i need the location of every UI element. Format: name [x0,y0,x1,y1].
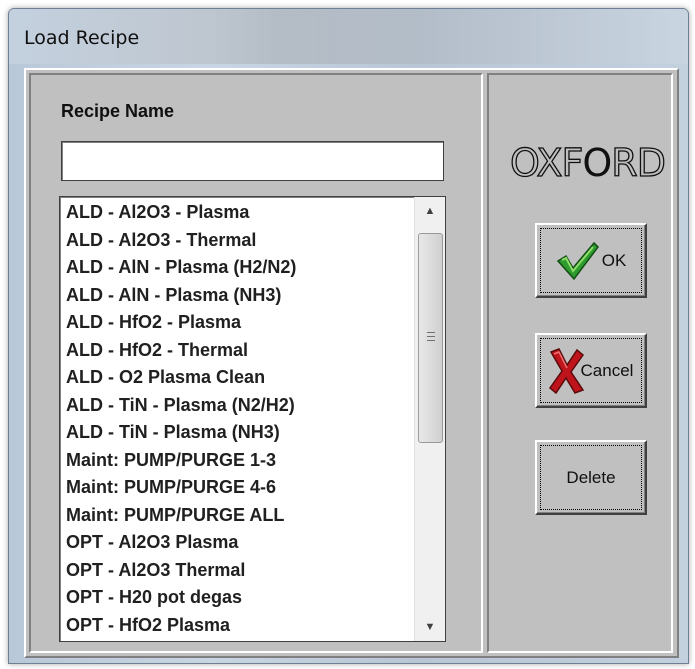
recipe-list-items: ALD - Al2O3 - Plasma ALD - Al2O3 - Therma… [60,197,414,639]
ok-label: OK [601,250,627,270]
dialog-body: Recipe Name ALD - Al2O3 - Plasma ALD - Al… [24,68,679,658]
scroll-thumb[interactable] [418,233,443,443]
actions-panel: OXFORD OK Cancel Delete [487,73,673,653]
recipe-name-input[interactable] [61,141,444,181]
delete-button[interactable]: Delete [535,440,647,515]
grip-line [427,340,435,341]
recipe-list-item[interactable]: ALD - HfO2 - Plasma [60,309,414,337]
delete-label: Delete [566,467,616,487]
recipe-list-item[interactable]: OPT - HfO2 Plasma [60,612,414,640]
load-recipe-window: Load Recipe Recipe Name ALD - Al2O3 - Pl… [8,8,689,664]
ok-button[interactable]: OK [535,223,647,298]
recipe-list-item[interactable]: ALD - O2 Plasma Clean [60,364,414,392]
recipe-list-item[interactable]: ALD - Al2O3 - Thermal [60,227,414,255]
window-title: Load Recipe [9,9,688,64]
oxford-logo: OXFORD [509,140,666,185]
recipe-list-item[interactable]: ALD - AlN - Plasma (H2/N2) [60,254,414,282]
grip-line [427,336,435,337]
grip-line [427,332,435,333]
recipe-list[interactable]: ALD - Al2O3 - Plasma ALD - Al2O3 - Therma… [59,196,446,642]
scroll-down-arrow-icon[interactable]: ▼ [415,613,445,641]
green-checkmark-icon [556,241,599,280]
recipe-list-item[interactable]: ALD - TiN - Plasma (N2/H2) [60,392,414,420]
cancel-label: Cancel [580,360,634,380]
recipe-list-item[interactable]: ALD - Al2O3 - Plasma [60,199,414,227]
recipe-list-scrollbar[interactable]: ▲ ▼ [414,197,445,641]
recipe-list-item[interactable]: Maint: PUMP/PURGE 1-3 [60,447,414,475]
recipe-name-label: Recipe Name [61,101,175,121]
red-x-icon [548,347,584,394]
recipe-selection-panel: Recipe Name ALD - Al2O3 - Plasma ALD - Al… [29,73,483,653]
recipe-list-item[interactable]: ALD - AlN - Plasma (NH3) [60,282,414,310]
recipe-list-item[interactable]: ALD - TiN - Plasma (NH3) [60,419,414,447]
recipe-list-item[interactable]: OPT - Al2O3 Plasma [60,529,414,557]
cancel-button[interactable]: Cancel [535,333,647,408]
recipe-list-item[interactable]: ALD - HfO2 - Thermal [60,337,414,365]
recipe-list-item[interactable]: OPT - H20 pot degas [60,584,414,612]
recipe-list-item[interactable]: OPT - Al2O3 Thermal [60,557,414,585]
scroll-up-arrow-icon[interactable]: ▲ [415,197,445,225]
recipe-list-item[interactable]: Maint: PUMP/PURGE ALL [60,502,414,530]
recipe-list-item[interactable]: Maint: PUMP/PURGE 4-6 [60,474,414,502]
